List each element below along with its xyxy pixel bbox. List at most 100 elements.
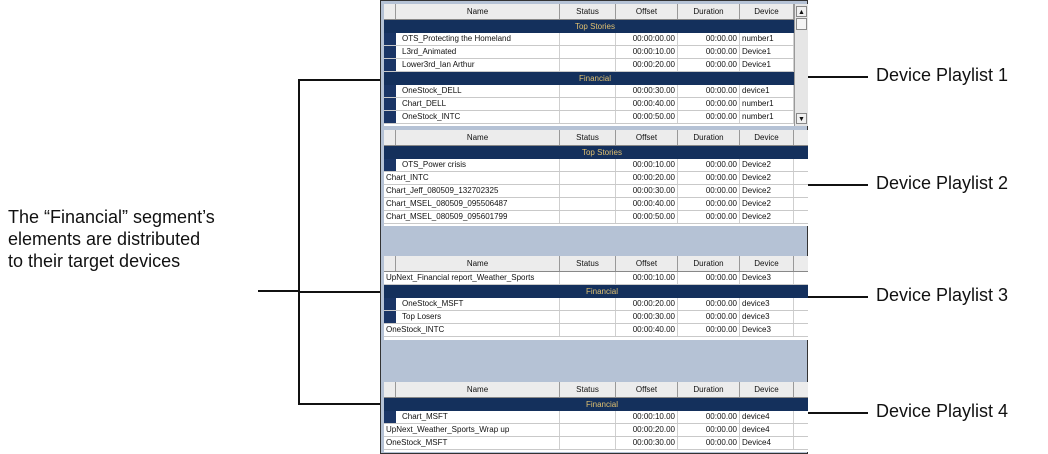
item-device: Device1 <box>740 59 794 71</box>
segment-header-row[interactable]: Top Stories <box>384 146 808 159</box>
playlist-rows: Top Stories OTS_Protecting the Homeland 00… <box>384 20 794 124</box>
item-name: OneStock_MSFT <box>396 298 560 310</box>
connector-line <box>808 76 868 78</box>
playlist-item-row[interactable]: Chart_MSFT 00:00:10.00 00:00.00 device4 <box>384 411 808 424</box>
column-header-name[interactable]: Name <box>396 382 560 397</box>
column-header-offset[interactable]: Offset <box>616 382 678 397</box>
item-name: Lower3rd_Ian Arthur <box>396 59 560 71</box>
annotation-line: elements are distributed <box>8 229 201 249</box>
column-header-duration[interactable]: Duration <box>678 256 740 271</box>
column-header-device[interactable]: Device <box>740 256 794 271</box>
item-device: number1 <box>740 111 794 123</box>
column-header-status[interactable]: Status <box>560 382 616 397</box>
bracket-line <box>298 79 300 403</box>
playlist-item-row[interactable]: Chart_INTC 00:00:20.00 00:00.00 Device2 <box>384 172 808 185</box>
column-header-device[interactable]: Device <box>740 130 794 145</box>
column-header-offset[interactable]: Offset <box>616 130 678 145</box>
column-header-offset[interactable]: Offset <box>616 256 678 271</box>
item-offset: 00:00:30.00 <box>616 311 678 323</box>
playlist-item-row[interactable]: OneStock_MSFT 00:00:30.00 00:00.00 Device4 <box>384 437 808 450</box>
playlist-item-row[interactable]: Chart_Jeff_080509_132702325 00:00:30.00 00… <box>384 185 808 198</box>
item-duration: 00:00.00 <box>678 111 740 123</box>
item-status <box>560 411 616 423</box>
marker-column-header[interactable] <box>384 130 396 145</box>
marker-column-header[interactable] <box>384 256 396 271</box>
row-marker <box>384 311 396 323</box>
playlist-item-row[interactable]: OneStock_INTC 00:00:50.00 00:00.00 number1 <box>384 111 794 124</box>
item-name: OneStock_INTC <box>384 324 560 336</box>
scrollbar-thumb[interactable] <box>796 18 807 30</box>
item-status <box>560 33 616 45</box>
segment-header-row[interactable]: Top Stories <box>384 20 794 33</box>
row-marker <box>384 33 396 45</box>
marker-column-header[interactable] <box>384 382 396 397</box>
up-arrow-icon[interactable]: ▲ <box>796 6 807 17</box>
item-status <box>560 59 616 71</box>
item-offset: 00:00:40.00 <box>616 98 678 110</box>
item-status <box>560 211 616 223</box>
segment-marker <box>384 285 396 298</box>
item-name: UpNext_Financial report_Weather_Sports <box>384 272 560 284</box>
column-header-duration[interactable]: Duration <box>678 382 740 397</box>
playlist-item-row[interactable]: OneStock_DELL 00:00:30.00 00:00.00 device1 <box>384 85 794 98</box>
column-header-name[interactable]: Name <box>396 256 560 271</box>
item-status <box>560 85 616 97</box>
playlist-item-row[interactable]: L3rd_Animated 00:00:10.00 00:00.00 Device1 <box>384 46 794 59</box>
item-name: Chart_MSEL_080509_095506487 <box>384 198 560 210</box>
item-name: Top Losers <box>396 311 560 323</box>
playlist-item-row[interactable]: OTS_Power crisis 00:00:10.00 00:00.00 Devic… <box>384 159 808 172</box>
item-offset: 00:00:10.00 <box>616 272 678 284</box>
segment-header-row[interactable]: Financial <box>384 285 808 298</box>
column-header-device[interactable]: Device <box>740 382 794 397</box>
item-device: device3 <box>740 311 794 323</box>
column-header-duration[interactable]: Duration <box>678 4 740 19</box>
item-device: Device2 <box>740 198 794 210</box>
item-duration: 00:00.00 <box>678 324 740 336</box>
playlist-item-row[interactable]: UpNext_Weather_Sports_Wrap up 00:00:20.00… <box>384 424 808 437</box>
item-duration: 00:00.00 <box>678 59 740 71</box>
playlist-item-row[interactable]: OTS_Protecting the Homeland 00:00:00.00 00… <box>384 33 794 46</box>
row-marker <box>384 159 396 171</box>
vertical-scrollbar[interactable]: ▲ ▼ <box>794 4 808 126</box>
column-header-name[interactable]: Name <box>396 4 560 19</box>
item-name: Chart_DELL <box>396 98 560 110</box>
item-duration: 00:00.00 <box>678 85 740 97</box>
playlist-item-row[interactable]: Chart_MSEL_080509_095601799 00:00:50.00 00… <box>384 211 808 224</box>
segment-title: Top Stories <box>574 22 616 31</box>
playlist-item-row[interactable]: Chart_MSEL_080509_095506487 00:00:40.00 00… <box>384 198 808 211</box>
item-offset: 00:00:40.00 <box>616 198 678 210</box>
item-status <box>560 98 616 110</box>
playlist-item-row[interactable]: Lower3rd_Ian Arthur 00:00:20.00 00:00.00 De… <box>384 59 794 72</box>
item-status <box>560 198 616 210</box>
column-header-status[interactable]: Status <box>560 256 616 271</box>
item-status <box>560 185 616 197</box>
marker-column-header[interactable] <box>384 4 396 19</box>
column-header-duration[interactable]: Duration <box>678 130 740 145</box>
playlist-item-row[interactable]: UpNext_Financial report_Weather_Sports 00… <box>384 272 808 285</box>
segment-header-row[interactable]: Financial <box>384 72 794 85</box>
column-header-status[interactable]: Status <box>560 4 616 19</box>
playlist-item-row[interactable]: OneStock_MSFT 00:00:20.00 00:00.00 device3 <box>384 298 808 311</box>
playlist-item-row[interactable]: Chart_DELL 00:00:40.00 00:00.00 number1 <box>384 98 794 111</box>
column-header-offset[interactable]: Offset <box>616 4 678 19</box>
segment-header-row[interactable]: Financial <box>384 398 808 411</box>
column-header-name[interactable]: Name <box>396 130 560 145</box>
playlist-item-row[interactable]: Top Losers 00:00:30.00 00:00.00 device3 <box>384 311 808 324</box>
device-playlist-3: Name Status Offset Duration Device UpNex… <box>384 256 808 340</box>
playlist-item-row[interactable]: OneStock_INTC 00:00:40.00 00:00.00 Device3 <box>384 324 808 337</box>
item-status <box>560 311 616 323</box>
item-duration: 00:00.00 <box>678 98 740 110</box>
device-playlist-2: Name Status Offset Duration Device Top S… <box>384 130 808 226</box>
connector-line <box>258 290 298 292</box>
item-offset: 00:00:30.00 <box>616 437 678 449</box>
column-header-status[interactable]: Status <box>560 130 616 145</box>
item-offset: 00:00:20.00 <box>616 424 678 436</box>
item-status <box>560 437 616 449</box>
segment-marker <box>384 146 396 159</box>
item-name: Chart_MSEL_080509_095601799 <box>384 211 560 223</box>
down-arrow-icon[interactable]: ▼ <box>796 113 807 124</box>
item-device: number1 <box>740 33 794 45</box>
column-header-device[interactable]: Device <box>740 4 794 19</box>
device-playlist-1-label: Device Playlist 1 <box>876 65 1009 85</box>
segment-marker <box>384 72 396 85</box>
